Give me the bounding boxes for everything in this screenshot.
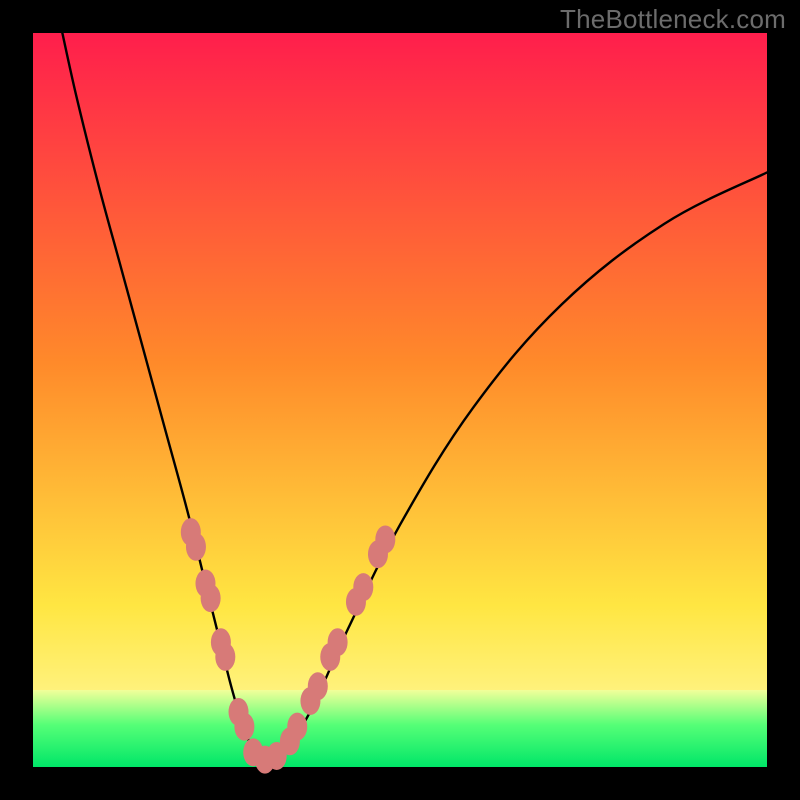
outer-frame: TheBottleneck.com	[0, 0, 800, 800]
bead-marker	[287, 713, 307, 741]
bottleneck-curve	[62, 33, 767, 760]
bead-marker	[201, 584, 221, 612]
watermark-text: TheBottleneck.com	[560, 4, 786, 35]
bead-marker	[186, 533, 206, 561]
bead-markers	[181, 518, 396, 774]
bead-marker	[353, 573, 373, 601]
bead-marker	[234, 713, 254, 741]
curve-layer	[33, 33, 767, 767]
bead-marker	[215, 643, 235, 671]
bead-marker	[375, 525, 395, 553]
bead-marker	[328, 628, 348, 656]
bead-marker	[308, 672, 328, 700]
